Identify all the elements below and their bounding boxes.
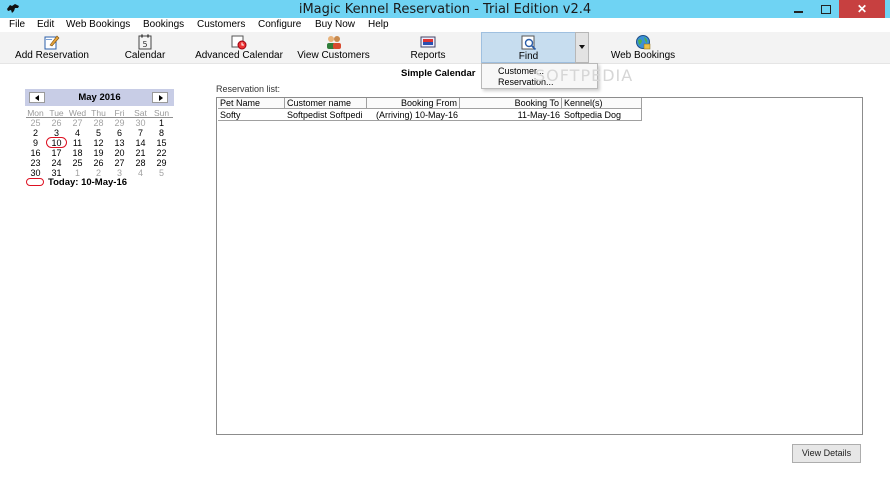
menu-web-bookings[interactable]: Web Bookings xyxy=(66,19,130,30)
calendar-button[interactable]: 5 Calendar xyxy=(120,32,170,63)
minimize-button[interactable] xyxy=(785,0,811,18)
simple-calendar-title: Simple Calendar xyxy=(401,68,476,79)
close-button[interactable]: ✕ xyxy=(839,0,885,18)
calendar-day[interactable]: 27 xyxy=(67,118,88,128)
calendar-day[interactable]: 13 xyxy=(109,138,130,148)
menu-buy-now[interactable]: Buy Now xyxy=(315,19,355,30)
calendar-day[interactable]: 15 xyxy=(151,138,172,148)
calendar-day[interactable]: 26 xyxy=(46,118,67,128)
cell-kennels: Softpedia Dog xyxy=(564,110,622,120)
menu-edit[interactable]: Edit xyxy=(37,19,54,30)
calendar-day[interactable]: 17 xyxy=(46,148,67,158)
view-details-button[interactable]: View Details xyxy=(792,444,861,463)
calendar-day[interactable]: 2 xyxy=(25,128,46,138)
calendar-day[interactable]: 26 xyxy=(88,158,109,168)
calendar-day[interactable]: 27 xyxy=(109,158,130,168)
calendar-day[interactable]: 11 xyxy=(67,138,88,148)
menu-bookings[interactable]: Bookings xyxy=(143,19,184,30)
cell-customer-name: Softpedist Softpedi xyxy=(287,110,363,120)
toolbar: Add Reservation 5 Calendar Advanced Cale… xyxy=(0,32,890,64)
calendar-day[interactable]: 8 xyxy=(151,128,172,138)
find-icon xyxy=(521,35,536,51)
view-customers-button[interactable]: View Customers xyxy=(295,32,372,63)
table-row-border xyxy=(218,120,642,121)
calendar-day[interactable]: 23 xyxy=(25,158,46,168)
reports-label: Reports xyxy=(410,50,446,61)
column-header-kennels[interactable]: Kennel(s) xyxy=(562,98,642,109)
calendar-day[interactable]: 28 xyxy=(130,158,151,168)
menu-file[interactable]: File xyxy=(9,19,25,30)
add-reservation-label: Add Reservation xyxy=(15,50,89,61)
globe-icon xyxy=(636,35,651,50)
calendar-day[interactable]: 5 xyxy=(88,128,109,138)
web-bookings-label: Web Bookings xyxy=(610,50,676,61)
column-header-customer-name[interactable]: Customer name xyxy=(285,98,367,109)
calendar-day[interactable]: 21 xyxy=(130,148,151,158)
add-reservation-icon xyxy=(44,35,60,50)
cell-pet-name: Softy xyxy=(220,110,241,120)
today-marker-icon xyxy=(26,178,44,186)
calendar-icon: 5 xyxy=(138,34,152,50)
calendar-day[interactable]: 22 xyxy=(151,148,172,158)
menu-configure[interactable]: Configure xyxy=(258,19,301,30)
find-button[interactable]: Find xyxy=(481,32,576,63)
calendar-header: May 2016 xyxy=(25,89,174,106)
calendar-day[interactable]: 12 xyxy=(88,138,109,148)
table-right-border xyxy=(641,98,642,120)
today-link[interactable]: Today: 10-May-16 xyxy=(48,177,127,188)
menu-help[interactable]: Help xyxy=(368,19,389,30)
calendar-day[interactable]: 16 xyxy=(25,148,46,158)
advanced-calendar-icon xyxy=(231,35,247,50)
view-customers-label: View Customers xyxy=(297,50,370,61)
calendar-day[interactable]: 4 xyxy=(130,168,151,178)
cell-booking-from: (Arriving) 10-May-16 xyxy=(375,110,458,120)
reports-button[interactable]: Reports xyxy=(403,32,453,63)
next-month-button[interactable] xyxy=(152,92,168,103)
calendar-day[interactable]: 29 xyxy=(151,158,172,168)
calendar-day[interactable]: 14 xyxy=(130,138,151,148)
reservation-list-label: Reservation list: xyxy=(216,84,281,94)
title-bar: iMagic Kennel Reservation - Trial Editio… xyxy=(0,0,890,18)
advanced-calendar-button[interactable]: Advanced Calendar xyxy=(193,32,285,63)
month-calendar: May 2016 Mon Tue Wed Thu Fri Sat Sun 25 … xyxy=(25,89,174,188)
calendar-day[interactable]: 7 xyxy=(130,128,151,138)
calendar-day[interactable]: 25 xyxy=(67,158,88,168)
web-bookings-button[interactable]: Web Bookings xyxy=(607,32,679,63)
column-header-booking-to[interactable]: Booking To xyxy=(460,98,562,109)
calendar-label: Calendar xyxy=(124,50,166,61)
calendar-day[interactable]: 9 xyxy=(25,138,46,148)
column-header-pet-name[interactable]: Pet Name xyxy=(218,98,285,109)
customers-icon xyxy=(326,36,341,49)
advanced-calendar-label: Advanced Calendar xyxy=(195,50,283,61)
add-reservation-button[interactable]: Add Reservation xyxy=(8,32,96,63)
calendar-day[interactable]: 28 xyxy=(88,118,109,128)
menu-customers[interactable]: Customers xyxy=(197,19,245,30)
calendar-day[interactable]: 18 xyxy=(67,148,88,158)
column-header-booking-from[interactable]: Booking From xyxy=(367,98,460,109)
calendar-day[interactable]: 30 xyxy=(25,168,46,178)
watermark: SOFTPEDIA xyxy=(535,66,634,85)
svg-text:5: 5 xyxy=(142,40,147,49)
calendar-day-today[interactable]: 10 xyxy=(46,137,67,148)
calendar-day[interactable]: 24 xyxy=(46,158,67,168)
reservation-list-panel xyxy=(216,97,863,435)
reports-icon xyxy=(420,36,436,48)
maximize-button[interactable] xyxy=(812,0,838,18)
calendar-day[interactable]: 25 xyxy=(25,118,46,128)
cell-booking-to: 11-May-16 xyxy=(517,110,560,120)
calendar-day[interactable]: 6 xyxy=(109,128,130,138)
calendar-day[interactable]: 1 xyxy=(151,118,172,128)
window-title: iMagic Kennel Reservation - Trial Editio… xyxy=(298,2,592,17)
calendar-day[interactable]: 4 xyxy=(67,128,88,138)
calendar-day[interactable]: 19 xyxy=(88,148,109,158)
calendar-day[interactable]: 30 xyxy=(130,118,151,128)
find-label: Find xyxy=(518,51,539,62)
calendar-day[interactable]: 20 xyxy=(109,148,130,158)
calendar-day[interactable]: 5 xyxy=(151,168,172,178)
menu-bar: File Edit Web Bookings Bookings Customer… xyxy=(0,18,890,32)
find-dropdown-arrow[interactable] xyxy=(575,32,589,63)
calendar-day[interactable]: 29 xyxy=(109,118,130,128)
